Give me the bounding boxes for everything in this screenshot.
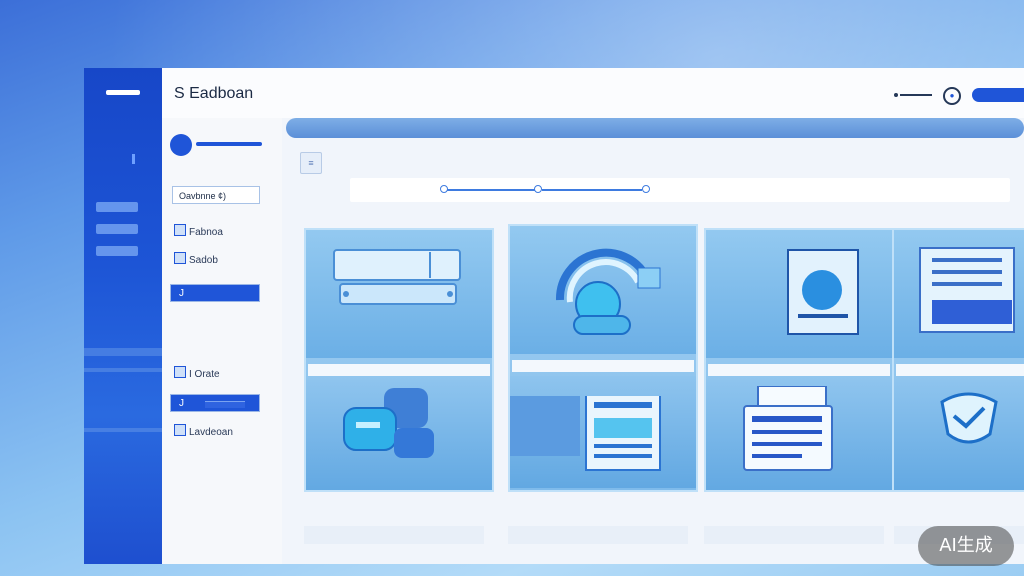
card-caption	[708, 364, 890, 376]
rail-item-1[interactable]	[96, 202, 138, 212]
image-document-icon	[787, 249, 859, 335]
sidebar-item-sadob[interactable]: Sadob	[174, 252, 218, 268]
rail-band	[84, 428, 164, 432]
card[interactable]	[704, 228, 894, 492]
rail-band	[84, 348, 164, 356]
sidebar-item-label: Sadob	[189, 255, 218, 266]
shield-icon	[940, 392, 998, 444]
folder-icon	[174, 224, 186, 236]
settings-icon[interactable]: ●	[943, 87, 961, 105]
left-rail	[84, 68, 164, 564]
app-title: S Eadboan	[174, 85, 254, 102]
filter-button[interactable]: ≡	[300, 152, 322, 174]
rail-item-3[interactable]	[96, 246, 138, 256]
card[interactable]	[508, 224, 698, 492]
tab-stop[interactable]	[534, 185, 542, 193]
minimize-icon[interactable]	[900, 94, 932, 96]
file-icon	[174, 252, 186, 264]
card-top	[894, 230, 1024, 358]
sidebar-item-orate[interactable]: I Orate	[174, 366, 220, 382]
sidebar-item-label: J	[179, 398, 184, 409]
sidebar-item-selected[interactable]: J	[170, 284, 260, 302]
server-icon	[333, 249, 461, 305]
tab-stop[interactable]	[642, 185, 650, 193]
rail-band	[84, 368, 164, 372]
app-window: S Eadboan ● Oavbnne ¢) Fabnoa Sadob J I …	[162, 68, 1024, 564]
sidebar-item-label: I Orate	[189, 369, 220, 380]
hamburger-menu-icon[interactable]	[106, 90, 140, 95]
card[interactable]	[892, 228, 1024, 492]
progress-bar	[205, 401, 245, 408]
card-bottom	[306, 380, 492, 490]
footer-strip	[304, 526, 1024, 544]
footer-cell	[304, 526, 484, 544]
avatar[interactable]	[170, 134, 192, 156]
sidebar-item-lavdeoan[interactable]: Lavdeoan	[174, 424, 233, 440]
chat-bubbles-icon	[343, 388, 434, 458]
footer-cell	[508, 526, 688, 544]
tab-stop[interactable]	[440, 185, 448, 193]
search-bar[interactable]	[286, 118, 1024, 138]
ai-generated-badge: AI生成	[918, 526, 1014, 566]
user-name-bar	[196, 142, 262, 146]
rail-marker	[132, 154, 135, 164]
tab-indicator	[444, 189, 536, 191]
report-document-icon	[919, 247, 1015, 333]
folder-icon	[174, 366, 186, 378]
card-bottom	[706, 380, 892, 490]
action-button[interactable]	[972, 88, 1024, 102]
rail-item-2[interactable]	[96, 224, 138, 234]
dot-icon	[894, 93, 898, 97]
workspace-select[interactable]: Oavbnne ¢)	[172, 186, 260, 204]
card-top	[510, 226, 696, 354]
footer-cell	[704, 526, 884, 544]
sidebar-item-label: Fabnoa	[189, 227, 223, 238]
cloud-icon	[555, 248, 661, 335]
card-bottom	[894, 380, 1024, 490]
card-caption	[308, 364, 490, 376]
form-document-icon	[743, 386, 833, 471]
folder-icon	[174, 424, 186, 436]
card-top	[706, 230, 892, 358]
title-bar: S Eadboan ●	[162, 68, 1024, 118]
sidebar-item-label: J	[179, 288, 184, 299]
tab-strip	[350, 178, 1010, 202]
sidebar: Oavbnne ¢) Fabnoa Sadob J I Orate J Lavd…	[162, 118, 282, 564]
card-top	[306, 230, 492, 358]
sidebar-item-label: Lavdeoan	[189, 427, 233, 438]
card-bottom	[510, 376, 696, 488]
document-icon	[510, 396, 661, 471]
card-caption	[896, 364, 1024, 376]
sidebar-item-fabnoa[interactable]: Fabnoa	[174, 224, 223, 240]
sidebar-item-selected[interactable]: J	[170, 394, 260, 412]
main-content: ≡	[284, 118, 1024, 564]
card-caption	[512, 360, 694, 372]
tab-indicator	[542, 189, 642, 191]
card[interactable]	[304, 228, 494, 492]
